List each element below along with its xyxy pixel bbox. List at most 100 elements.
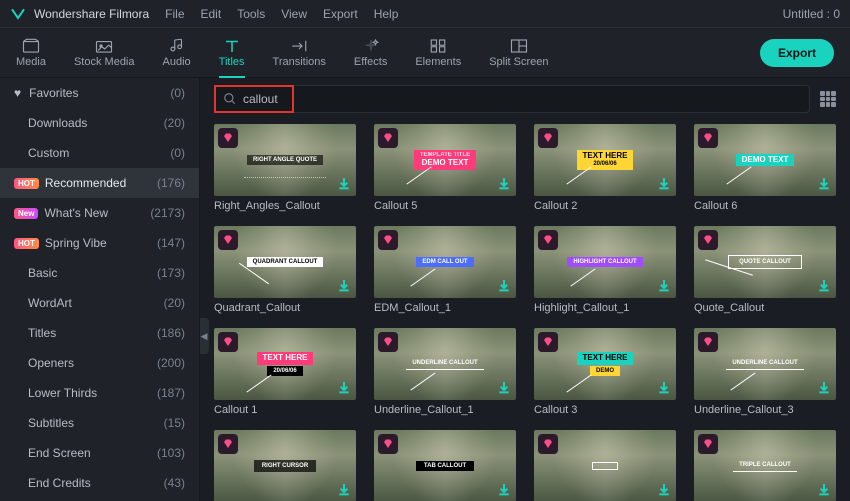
download-icon[interactable]	[656, 482, 672, 498]
badge: New	[14, 208, 38, 219]
menu-help[interactable]: Help	[374, 7, 399, 21]
media-icon	[22, 38, 40, 54]
thumbnail: TEXT HEREDEMO	[534, 328, 676, 400]
sidebar-item-titles[interactable]: Titles(186)	[0, 318, 199, 348]
document-title: Untitled : 0	[783, 7, 840, 21]
tab-media[interactable]: Media	[16, 34, 46, 72]
menu-bar: File Edit Tools View Export Help	[165, 7, 782, 21]
sidebar-item-openers[interactable]: Openers(200)	[0, 348, 199, 378]
card-r4[interactable]: TRIPLE CALLOUT	[694, 430, 836, 501]
card-r1[interactable]: RIGHT CURSOR	[214, 430, 356, 501]
tab-titles[interactable]: Titles	[219, 34, 245, 72]
download-icon[interactable]	[816, 380, 832, 396]
download-icon[interactable]	[496, 176, 512, 192]
tab-transitions[interactable]: Transitions	[273, 34, 326, 72]
download-icon[interactable]	[496, 278, 512, 294]
card-label: Right_Angles_Callout	[214, 200, 356, 212]
download-icon[interactable]	[656, 176, 672, 192]
card-right-angles-callout[interactable]: RIGHT ANGLE QUOTE Right_Angles_Callout	[214, 124, 356, 212]
sidebar-item-end-screen[interactable]: End Screen(103)	[0, 438, 199, 468]
sidebar-item-what-s-new[interactable]: NewWhat's New(2173)	[0, 198, 199, 228]
tab-audio[interactable]: Audio	[163, 34, 191, 72]
premium-icon	[378, 332, 398, 352]
premium-icon	[538, 332, 558, 352]
thumbnail: TAB CALLOUT	[374, 430, 516, 501]
download-icon[interactable]	[336, 176, 352, 192]
card-label: Callout 1	[214, 404, 356, 416]
card-callout-2[interactable]: TEXT HERE20/06/06Callout 2	[534, 124, 676, 212]
sidebar-item-lower-thirds[interactable]: Lower Thirds(187)	[0, 378, 199, 408]
thumbnail: QUOTE CALLOUT	[694, 226, 836, 298]
download-icon[interactable]	[656, 380, 672, 396]
premium-icon	[698, 332, 718, 352]
card-r2[interactable]: TAB CALLOUT	[374, 430, 516, 501]
sidebar-item-downloads[interactable]: Downloads(20)	[0, 108, 199, 138]
card-label: Underline_Callout_3	[694, 404, 836, 416]
menu-file[interactable]: File	[165, 7, 184, 21]
card-label: Callout 2	[534, 200, 676, 212]
card-callout-5[interactable]: TEMPLATE TITLEDEMO TEXTCallout 5	[374, 124, 516, 212]
menu-export[interactable]: Export	[323, 7, 358, 21]
split-screen-icon	[510, 38, 528, 54]
premium-icon	[538, 230, 558, 250]
menu-view[interactable]: View	[281, 7, 307, 21]
thumbnail: RIGHT ANGLE QUOTE	[214, 124, 356, 196]
card-r3[interactable]	[534, 430, 676, 501]
heart-icon: ♥	[14, 86, 21, 100]
download-icon[interactable]	[496, 380, 512, 396]
download-icon[interactable]	[336, 278, 352, 294]
card-quadrant-callout[interactable]: QUADRANT CALLOUTQuadrant_Callout	[214, 226, 356, 314]
card-label: Callout 6	[694, 200, 836, 212]
download-icon[interactable]	[656, 278, 672, 294]
card-quote-callout[interactable]: QUOTE CALLOUTQuote_Callout	[694, 226, 836, 314]
download-icon[interactable]	[336, 482, 352, 498]
card-highlight-callout-1[interactable]: HIGHLIGHT CALLOUTHighlight_Callout_1	[534, 226, 676, 314]
sidebar-item-subtitles[interactable]: Subtitles(15)	[0, 408, 199, 438]
tab-split-screen[interactable]: Split Screen	[489, 34, 548, 72]
thumbnail: HIGHLIGHT CALLOUT	[534, 226, 676, 298]
tab-stock-media[interactable]: Stock Media	[74, 34, 135, 72]
premium-icon	[218, 434, 238, 454]
card-label: Quadrant_Callout	[214, 302, 356, 314]
sidebar-item-spring-vibe[interactable]: HOTSpring Vibe(147)	[0, 228, 199, 258]
card-callout-6[interactable]: DEMO TEXTCallout 6	[694, 124, 836, 212]
download-icon[interactable]	[496, 482, 512, 498]
sidebar-item-wordart[interactable]: WordArt(20)	[0, 288, 199, 318]
download-icon[interactable]	[816, 482, 832, 498]
search-box[interactable]	[214, 85, 810, 113]
grid-view-icon[interactable]	[820, 91, 836, 107]
card-edm-callout-1[interactable]: EDM CALL OUTEDM_Callout_1	[374, 226, 516, 314]
menu-tools[interactable]: Tools	[237, 7, 265, 21]
sidebar-item-basic[interactable]: Basic(173)	[0, 258, 199, 288]
export-button[interactable]: Export	[760, 39, 834, 67]
tab-elements[interactable]: Elements	[415, 34, 461, 72]
stock-media-icon	[95, 38, 113, 54]
card-callout-3[interactable]: TEXT HEREDEMOCallout 3	[534, 328, 676, 416]
app-name: Wondershare Filmora	[34, 7, 149, 21]
thumbnail: TEXT HERE20/06/06	[214, 328, 356, 400]
tab-effects[interactable]: Effects	[354, 34, 387, 72]
thumbnail: TEMPLATE TITLEDEMO TEXT	[374, 124, 516, 196]
badge: HOT	[14, 178, 39, 189]
premium-icon	[538, 128, 558, 148]
card-underline-callout-1[interactable]: UNDERLINE CALLOUTUnderline_Callout_1	[374, 328, 516, 416]
sidebar-item-end-credits[interactable]: End Credits(43)	[0, 468, 199, 498]
audio-icon	[168, 38, 186, 54]
card-underline-callout-3[interactable]: UNDERLINE CALLOUTUnderline_Callout_3	[694, 328, 836, 416]
premium-icon	[698, 230, 718, 250]
download-icon[interactable]	[816, 176, 832, 192]
results-grid: RIGHT ANGLE QUOTE Right_Angles_Callout TEM…	[200, 120, 850, 501]
download-icon[interactable]	[816, 278, 832, 294]
sidebar-item-favorites[interactable]: ♥Favorites(0)	[0, 78, 199, 108]
premium-icon	[698, 434, 718, 454]
card-callout-1[interactable]: TEXT HERE20/06/06 Callout 1	[214, 328, 356, 416]
app-logo	[10, 6, 26, 22]
download-icon[interactable]	[336, 380, 352, 396]
badge: HOT	[14, 238, 39, 249]
sidebar-item-custom[interactable]: Custom(0)	[0, 138, 199, 168]
search-input[interactable]	[243, 92, 801, 106]
sidebar-item-recommended[interactable]: HOTRecommended(176)	[0, 168, 199, 198]
premium-icon	[378, 434, 398, 454]
menu-edit[interactable]: Edit	[201, 7, 222, 21]
thumbnail: TRIPLE CALLOUT	[694, 430, 836, 501]
